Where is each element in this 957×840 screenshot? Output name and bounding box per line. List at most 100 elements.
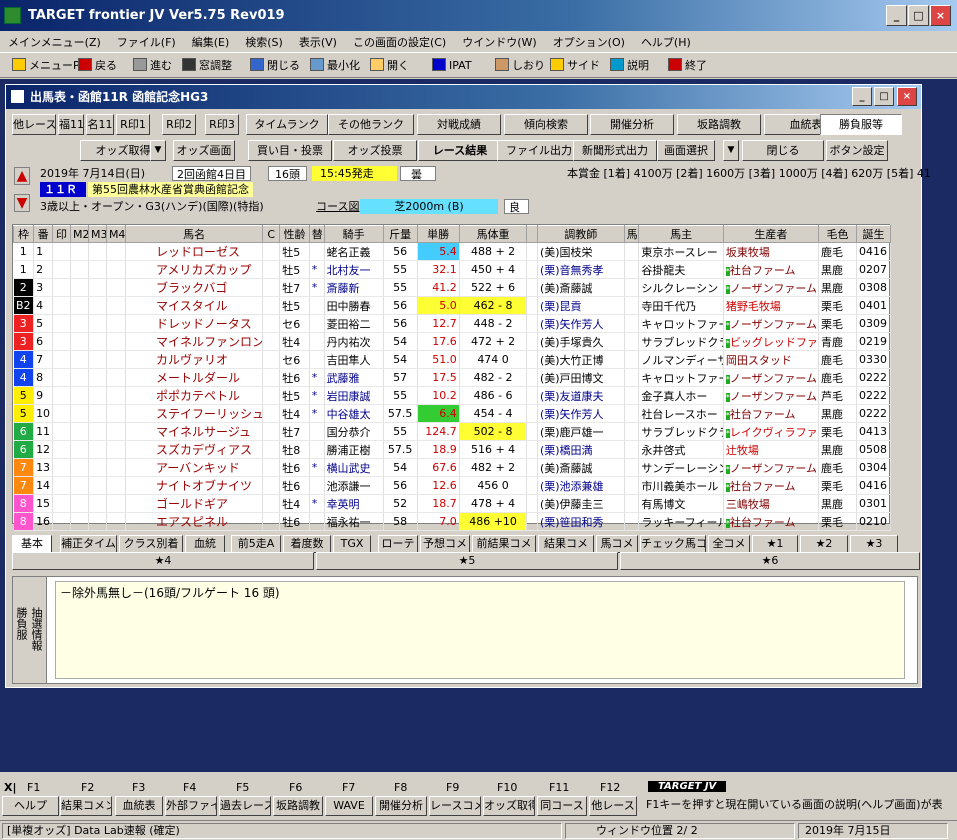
tab-8[interactable]: 予想コメ [420,535,470,553]
row1-button-10[interactable]: 開催分析 [590,114,674,135]
tab-1[interactable]: 補正タイム [60,535,117,553]
entry-row[interactable]: 4 7 カルヴァリオ セ6 吉田隼人 54 51.0 474 0 (美)大竹正博 ノルマンディーサ… [13,350,891,369]
dropdown-arrow-0[interactable]: ▼ [150,140,166,161]
child-close-button[interactable]: × [897,87,917,106]
row1-button-13[interactable]: 勝負服等 [820,114,902,135]
tab-2[interactable]: クラス別着 [119,535,183,553]
toolbar-button-8[interactable]: しおり [495,57,545,75]
toolbar-button-1[interactable]: 戻る [78,57,117,75]
prev-race-arrow-icon[interactable]: ▲ [14,167,30,185]
tab-7[interactable]: ローテ [378,535,418,553]
fkey-button-5[interactable]: 坂路調教 [273,796,323,816]
toolbar-button-5[interactable]: 最小化 [310,57,360,75]
row2-button-5[interactable]: ファイル出力 [497,140,581,161]
tab-0[interactable]: 基本 [12,535,52,553]
tab-3[interactable]: 血統 [185,535,225,553]
tab-10[interactable]: 結果コメ [538,535,594,553]
entry-row[interactable]: 6 11 マイネルサージュ 牡7 国分恭介 55 124.7 502 - 8 (栗)鹿戸雄一 サラ… [13,422,891,441]
menu-item-4[interactable]: 表示(V) [291,31,345,50]
maximize-button[interactable]: □ [908,5,929,26]
toolbar-button-10[interactable]: 説明 [610,57,649,75]
row2-button-9[interactable]: ボタン設定 [826,140,888,161]
tab-9[interactable]: 前結果コメ [472,535,536,553]
next-race-arrow-icon[interactable]: ▼ [14,194,30,212]
row1-button-5[interactable]: R印3 [205,114,239,135]
toolbar-button-11[interactable]: 終了 [668,57,707,75]
entry-row[interactable]: 5 10 ステイフーリッシュ 牡4 * 中谷雄太 57.5 6.4 454 - 4 (栗)矢作芳人… [13,404,891,423]
entry-row[interactable]: B2 4 マイスタイル 牡5 田中勝春 56 5.0 462 - 8 (栗)昆貢 寺田千代乃 猪野毛… [13,296,891,315]
entry-row[interactable]: 2 3 ブラックバゴ 牡7 * 斎藤新 55 41.2 522 + 6 (美)斎藤誠 シルクレーシン… [13,278,891,297]
toolbar-button-9[interactable]: サイド [550,57,600,75]
fkey-button-7[interactable]: 開催分析 [375,796,427,816]
tab-5[interactable]: 着度数 [283,535,331,553]
entry-row[interactable]: 8 15 ゴールドギア 牡4 * 幸英明 52 18.7 478 + 4 (美)伊藤圭三 有馬博文三… [13,494,891,513]
toolbar-button-7[interactable]: IPAT [432,57,472,75]
row2-button-2[interactable]: 買い目・投票 [248,140,332,161]
entry-row[interactable]: 4 8 メートルダール 牡6 * 武藤雅 57 17.5 482 - 2 (美)戸田博文 キャロット… [13,368,891,387]
row2-button-1[interactable]: オッズ画面 [173,140,235,161]
fkey-button-3[interactable]: 外部ファイル [165,796,217,816]
tab-13[interactable]: 全コメ [708,535,750,553]
minimize-button[interactable]: _ [886,5,907,26]
entry-row[interactable]: 3 6 マイネルファンロン 牡4 丹内祐次 54 17.6 472 + 2 (美)手塚貴久 サラブ… [13,332,891,351]
menu-item-5[interactable]: この画面の設定(C) [345,31,454,50]
entry-row[interactable]: 6 12 スズカデヴィアス 牡8 勝浦正樹 57.5 18.9 516 + 4 (栗)橋田満 永井… [13,440,891,459]
child-maximize-button[interactable]: □ [874,87,894,106]
entry-row[interactable]: 8 16 エアスピネル 牡6 福永祐一 58 7.0 486 +10 (栗)笹田和秀 ラッキーフィ… [13,512,891,531]
dropdown-arrow-1[interactable]: ▼ [723,140,739,161]
tab-star-6[interactable]: ★6 [620,552,920,570]
fkey-button-2[interactable]: 血統表 [115,796,163,816]
silks-tab[interactable]: 勝負服 [15,607,29,640]
lottery-tab[interactable]: 抽選情報 [30,607,44,651]
entry-row[interactable]: 1 2 アメリカズカップ 牡5 * 北村友一 55 32.1 450 + 4 (栗)音無秀孝 谷掛龍… [13,260,891,279]
row2-button-8[interactable]: 閉じる [742,140,824,161]
entry-row[interactable]: 5 9 ポポカテペトル 牡5 * 岩田康誠 55 10.2 486 - 6 (栗)友道康夫 金子真人… [13,386,891,405]
fkey-button-10[interactable]: 同コース [537,796,587,816]
tab-6[interactable]: TGX [333,535,371,553]
entry-row[interactable]: 7 14 ナイトオブナイツ 牡6 池添謙一 56 12.6 456 0 (栗)池添兼雄 市川義美ホ… [13,476,891,495]
course-map-link[interactable]: コース図 [316,199,359,214]
row1-button-9[interactable]: 傾向検索 [504,114,588,135]
menu-item-0[interactable]: メインメニュー(Z) [0,31,109,50]
tab-16[interactable]: ★3 [850,535,898,553]
menu-item-8[interactable]: ヘルプ(H) [633,31,699,50]
fkey-button-11[interactable]: 他レース [589,796,637,816]
entry-row[interactable]: 7 13 アーバンキッド 牡6 * 横山武史 54 67.6 482 + 2 (美)斎藤誠 サンデー… [13,458,891,477]
menu-item-7[interactable]: オプション(O) [545,31,633,50]
tab-14[interactable]: ★1 [752,535,798,553]
row1-button-0[interactable]: 他レース [12,114,56,135]
row1-button-3[interactable]: R印1 [116,114,150,135]
tab-star-4[interactable]: ★4 [12,552,314,570]
fkey-button-9[interactable]: オッズ取得 [483,796,535,816]
menu-item-1[interactable]: ファイル(F) [109,31,184,50]
tab-11[interactable]: 馬コメ [596,535,638,553]
menu-item-3[interactable]: 検索(S) [237,31,291,50]
tab-12[interactable]: チェック馬コメ [640,535,706,553]
child-minimize-button[interactable]: _ [852,87,872,106]
tab-star-5[interactable]: ★5 [316,552,618,570]
row1-button-1[interactable]: 福11 [58,114,84,135]
tab-4[interactable]: 前5走A [231,535,281,553]
toolbar-button-4[interactable]: 閉じる [250,57,300,75]
entry-row[interactable]: 3 5 ドレッドノータス セ6 菱田裕二 56 12.7 448 - 2 (栗)矢作芳人 キャロッ… [13,314,891,333]
row2-button-7[interactable]: 画面選択 [657,140,715,161]
fkey-button-8[interactable]: レースコメント [429,796,481,816]
fkey-button-6[interactable]: WAVE [325,796,373,816]
toolbar-button-6[interactable]: 開く [370,57,409,75]
row1-button-8[interactable]: 対戦成績 [417,114,501,135]
row1-button-6[interactable]: タイムランク [246,114,328,135]
row2-button-3[interactable]: オッズ投票 [333,140,417,161]
entry-row[interactable]: 1 1 レッドローゼス 牡5 蛯名正義 56 5.4 488 + 2 (美)国枝栄 東京ホースレー… [13,242,891,261]
toolbar-button-3[interactable]: 窓調整 [182,57,232,75]
row1-button-4[interactable]: R印2 [162,114,196,135]
toolbar-button-0[interactable]: メニューP [12,57,80,75]
fkey-button-1[interactable]: 結果コメント [60,796,112,816]
close-button[interactable]: × [930,5,951,26]
menu-item-6[interactable]: ウインドウ(W) [454,31,544,50]
fkey-button-0[interactable]: ヘルプ [2,796,59,816]
row1-button-11[interactable]: 坂路調教 [677,114,761,135]
fkey-button-4[interactable]: 過去レース [219,796,271,816]
row2-button-6[interactable]: 新聞形式出力 [573,140,657,161]
row1-button-2[interactable]: 名11 [86,114,114,135]
memo-text[interactable]: －除外馬無し－(16頭/フルゲート 16 頭) [55,581,905,679]
